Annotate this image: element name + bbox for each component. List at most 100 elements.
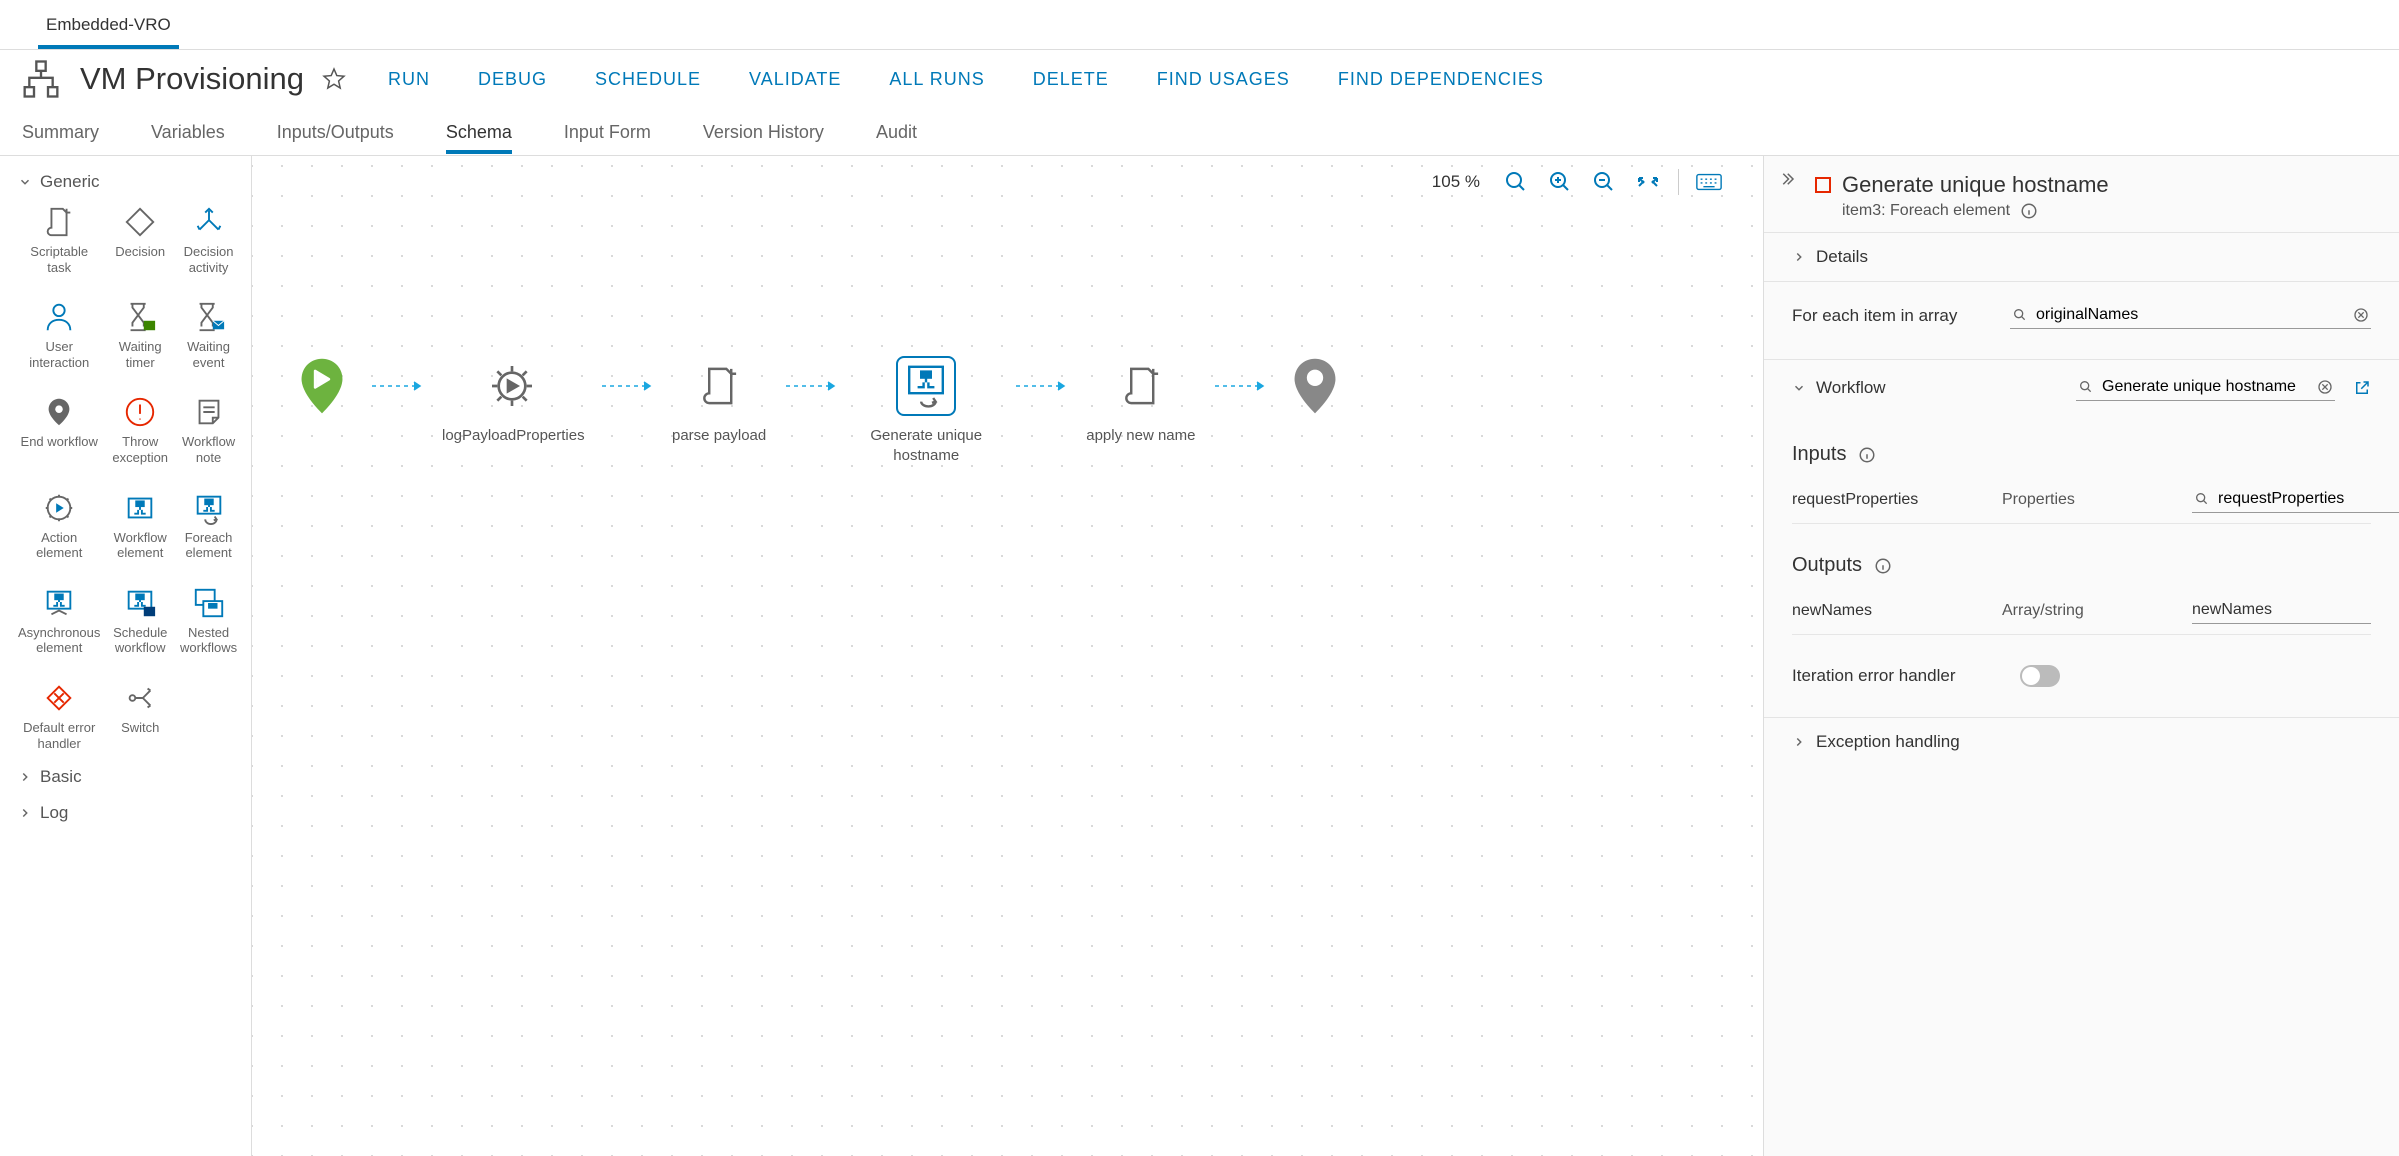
palette-item-label: Foreach element <box>180 530 237 561</box>
output-type: Array/string <box>2002 602 2182 620</box>
script-icon <box>41 204 77 240</box>
inputs-heading: Inputs <box>1792 443 1846 466</box>
palette-schedule-workflow[interactable]: Schedule workflow <box>112 585 168 656</box>
iteration-error-toggle[interactable] <box>2020 665 2060 687</box>
workflow-actions: RUN DEBUG SCHEDULE VALIDATE ALL RUNS DEL… <box>388 69 1544 90</box>
palette-waiting-timer[interactable]: Waiting timer <box>112 299 168 370</box>
action-find-usages[interactable]: FIND USAGES <box>1157 69 1290 90</box>
zoom-reset-button[interactable] <box>1502 168 1530 196</box>
palette-scriptable-task[interactable]: Scriptable task <box>18 204 100 275</box>
workflow-loop-icon <box>191 490 227 526</box>
palette-group-label: Basic <box>40 767 82 787</box>
palette-group-basic[interactable]: Basic <box>18 767 233 787</box>
pin-icon <box>41 394 77 430</box>
workflow-hierarchy-icon <box>20 58 62 100</box>
palette-default-error-handler[interactable]: Default error handler <box>18 680 100 751</box>
arrow-icon <box>600 356 654 416</box>
arrow-icon <box>784 356 838 416</box>
workflow-field[interactable] <box>2102 378 2309 396</box>
palette-workflow-element[interactable]: Workflow element <box>112 490 168 561</box>
zoom-out-button[interactable] <box>1590 168 1618 196</box>
output-value[interactable]: newNames <box>2192 597 2371 624</box>
palette-foreach-element[interactable]: Foreach element <box>180 490 237 561</box>
section-label: Exception handling <box>1816 732 1960 752</box>
script-icon <box>1111 356 1171 416</box>
gear-play-icon <box>41 490 77 526</box>
zoom-in-button[interactable] <box>1546 168 1574 196</box>
palette-group-generic[interactable]: Generic <box>18 172 233 192</box>
node-generate-hostname[interactable]: Generate unique hostname <box>856 356 996 465</box>
diamond-icon <box>122 204 158 240</box>
inspector-title: Generate unique hostname <box>1842 172 2109 198</box>
chevron-right-icon <box>18 806 32 820</box>
input-value-picker[interactable] <box>2192 486 2399 513</box>
palette-throw-exception[interactable]: Throw exception <box>112 394 168 465</box>
node-end[interactable] <box>1285 356 1345 416</box>
input-value-field[interactable] <box>2218 490 2399 508</box>
section-workflow[interactable]: Workflow <box>1764 360 2399 415</box>
tab-schema[interactable]: Schema <box>446 110 512 154</box>
tab-embedded-vro[interactable]: Embedded-VRO <box>38 3 179 49</box>
palette-nested-workflows[interactable]: Nested workflows <box>180 585 237 656</box>
top-tab-bar: Embedded-VRO <box>0 0 2399 50</box>
script-icon <box>689 356 749 416</box>
action-schedule[interactable]: SCHEDULE <box>595 69 701 90</box>
action-validate[interactable]: VALIDATE <box>749 69 841 90</box>
inspector-panel: Generate unique hostname item3: Foreach … <box>1763 156 2399 1156</box>
section-details[interactable]: Details <box>1764 233 2399 281</box>
action-all-runs[interactable]: ALL RUNS <box>889 69 984 90</box>
action-delete[interactable]: DELETE <box>1033 69 1109 90</box>
node-log-payload[interactable]: logPayloadProperties <box>442 356 582 446</box>
info-icon[interactable] <box>2020 202 2038 220</box>
palette-async-element[interactable]: Asynchronous element <box>18 585 100 656</box>
palette-decision[interactable]: Decision <box>112 204 168 275</box>
node-start[interactable] <box>292 356 352 416</box>
palette-waiting-event[interactable]: Waiting event <box>180 299 237 370</box>
gear-icon <box>482 356 542 416</box>
palette-user-interaction[interactable]: User interaction <box>18 299 100 370</box>
tab-variables[interactable]: Variables <box>151 110 225 154</box>
action-run[interactable]: RUN <box>388 69 430 90</box>
section-exception-handling[interactable]: Exception handling <box>1764 718 2399 766</box>
schema-canvas[interactable]: 105 % <box>252 156 1763 1156</box>
palette-action-element[interactable]: Action element <box>18 490 100 561</box>
open-external-icon[interactable] <box>2353 379 2371 397</box>
fit-screen-button[interactable] <box>1634 168 1662 196</box>
exclamation-circle-icon <box>122 394 158 430</box>
favorite-star-button[interactable] <box>322 67 346 91</box>
workflow-nested-icon <box>191 585 227 621</box>
inspector-subtitle: item3: Foreach element <box>1842 202 2010 220</box>
clear-icon[interactable] <box>2317 379 2333 395</box>
clear-icon[interactable] <box>2353 307 2369 323</box>
tab-version-history[interactable]: Version History <box>703 110 824 154</box>
collapse-panel-button[interactable] <box>1778 170 1796 188</box>
node-apply-name[interactable]: apply new name <box>1086 356 1195 446</box>
palette-group-log[interactable]: Log <box>18 803 233 823</box>
tab-summary[interactable]: Summary <box>22 110 99 154</box>
palette-workflow-note[interactable]: Workflow note <box>180 394 237 465</box>
search-icon <box>2078 379 2094 395</box>
info-icon[interactable] <box>1858 446 1876 464</box>
palette-item-label: Decision <box>115 244 165 260</box>
start-pin-icon <box>292 356 352 416</box>
node-label: parse payload <box>672 426 766 446</box>
arrows-split-icon <box>191 204 227 240</box>
foreach-array-field[interactable] <box>2036 306 2345 324</box>
palette-item-label: Nested workflows <box>180 625 237 656</box>
palette-end-workflow[interactable]: End workflow <box>18 394 100 465</box>
input-name: requestProperties <box>1792 491 1992 509</box>
keyboard-button[interactable] <box>1695 168 1723 196</box>
palette-decision-activity[interactable]: Decision activity <box>180 204 237 275</box>
tab-audit[interactable]: Audit <box>876 110 917 154</box>
tab-input-form[interactable]: Input Form <box>564 110 651 154</box>
section-label: Details <box>1816 247 1868 267</box>
node-parse-payload[interactable]: parse payload <box>672 356 766 446</box>
action-debug[interactable]: DEBUG <box>478 69 547 90</box>
tab-inputs-outputs[interactable]: Inputs/Outputs <box>277 110 394 154</box>
workflow-picker[interactable] <box>2076 374 2335 401</box>
info-icon[interactable] <box>1874 557 1892 575</box>
foreach-array-input[interactable] <box>2010 302 2371 329</box>
palette-switch[interactable]: Switch <box>112 680 168 751</box>
action-find-dependencies[interactable]: FIND DEPENDENCIES <box>1338 69 1544 90</box>
section-label: Workflow <box>1816 378 1886 398</box>
